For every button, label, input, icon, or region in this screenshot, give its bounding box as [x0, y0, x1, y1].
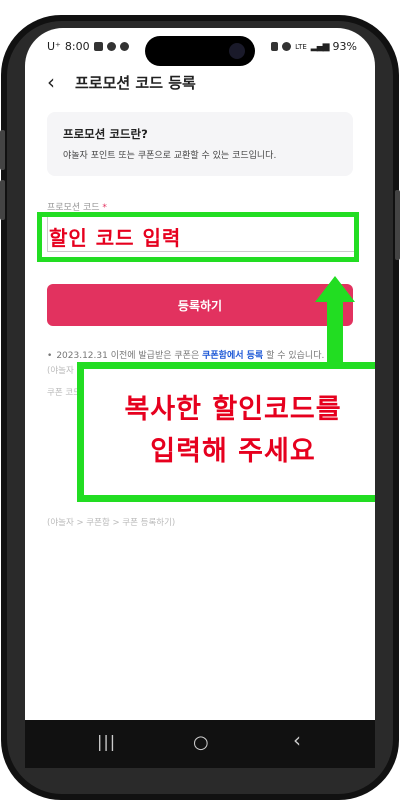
network-label: LTE [295, 42, 307, 51]
navigation-bar: ||| ○ ‹ [25, 720, 375, 768]
up-arrow-icon [315, 276, 355, 366]
instruction-callout: 복사한 할인코드를 입력해 주세요 [77, 362, 375, 502]
gallery-icon [93, 42, 103, 51]
notification-bell-icon [106, 42, 116, 51]
bullet: • [47, 351, 53, 361]
notice-line-1: • 2023.12.31 이전에 발급받은 쿠폰은 쿠폰함에서 등록 할 수 있습… [47, 348, 353, 361]
alarm-icon [282, 42, 292, 51]
status-right: LTE ▂▄▆ 93% [271, 40, 357, 53]
info-question: 프로모션 코드란? [63, 127, 148, 141]
callout-line-2: 입력해 주세요 [150, 436, 316, 467]
page-title: 프로모션 코드 등록 [75, 74, 196, 92]
front-camera [229, 43, 245, 59]
dynamic-island [145, 36, 255, 66]
page-header: ‹ 프로모션 코드 등록 [25, 66, 375, 100]
status-bar: U⁺ 8:00 LTE ▂▄▆ 93% [25, 28, 375, 68]
info-description: 야놀자 포인트 또는 쿠폰으로 교환할 수 있는 코드입니다. [63, 151, 277, 161]
promo-code-input-value[interactable]: 할인 코드 입력 [49, 222, 181, 251]
volume-down-button [0, 180, 5, 220]
recent-apps-button[interactable]: ||| [97, 732, 116, 751]
messenger-icon [119, 42, 129, 51]
nav-back-button[interactable]: ‹ [293, 728, 301, 752]
phone-screen: U⁺ 8:00 LTE ▂▄▆ 93% ‹ 프로모션 코드 등록 프로모션 코드… [25, 28, 375, 768]
battery-label: 93% [332, 40, 357, 53]
register-button-label: 등록하기 [177, 298, 223, 313]
carrier-label: U⁺ [47, 40, 61, 53]
home-button[interactable]: ○ [193, 732, 209, 753]
notice-prefix: 2023.12.31 이전에 발급받은 쿠폰은 [56, 351, 200, 361]
back-button[interactable]: ‹ [47, 70, 55, 94]
status-time: 8:00 [64, 40, 90, 53]
power-button [395, 190, 400, 260]
phone-mockup: U⁺ 8:00 LTE ▂▄▆ 93% ‹ 프로모션 코드 등록 프로모션 코드… [0, 0, 400, 800]
register-button[interactable]: 등록하기 [47, 284, 353, 326]
signal-icon: ▂▄▆ [310, 41, 330, 52]
info-box: 프로모션 코드란? 야놀자 포인트 또는 쿠폰으로 교환할 수 있는 코드입니다… [47, 112, 353, 176]
callout-line-1: 복사한 할인코드를 [124, 394, 342, 425]
lock-icon [271, 42, 279, 51]
status-left: U⁺ 8:00 [47, 40, 129, 53]
coupon-box-link[interactable]: 쿠폰함에서 등록 [202, 351, 263, 361]
notice-path-2: (야놀자 > 쿠폰함 > 쿠폰 등록하기) [47, 518, 176, 528]
volume-up-button [0, 130, 5, 170]
